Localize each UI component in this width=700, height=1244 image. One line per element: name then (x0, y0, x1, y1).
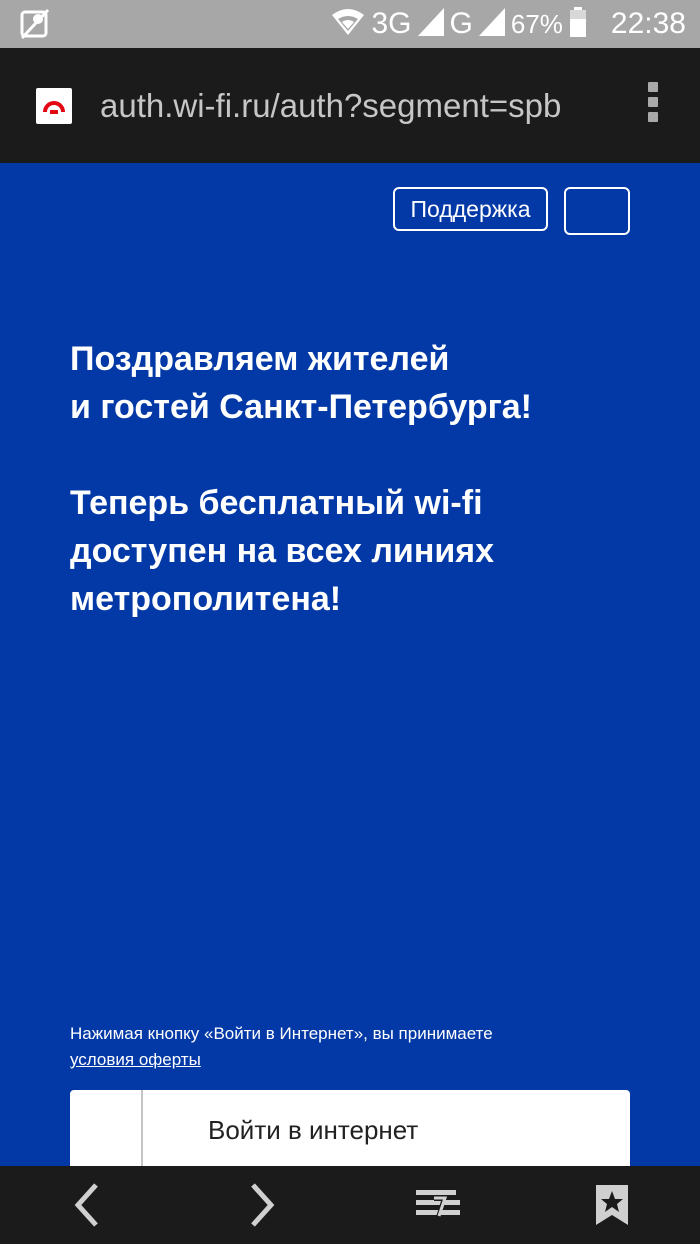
login-button-icon-area (70, 1090, 143, 1170)
browser-nav-bar (0, 1166, 700, 1244)
browser-toolbar: auth.wi-fi.ru/auth?segment=spb (0, 48, 700, 163)
signal-icon (478, 8, 505, 40)
headline-line: метрополитена! (70, 580, 342, 618)
headline-line: и гостей Санкт-Петербурга! (70, 388, 533, 426)
terms-text: Нажимая кнопку «Войти в Интернет», вы пр… (70, 1024, 493, 1043)
terms-notice: Нажимая кнопку «Войти в Интернет», вы пр… (70, 1021, 650, 1073)
clock: 22:38 (610, 7, 686, 40)
chevron-left-icon[interactable] (52, 1166, 122, 1244)
support-button[interactable]: Поддержка (393, 187, 548, 231)
status-bar: 3G G 67% 22:38 (0, 0, 700, 48)
login-button-label: Войти в интернет (208, 1115, 419, 1145)
battery-icon (569, 7, 587, 41)
page-content: Поддержка Поздравляем жителей и гостей С… (0, 163, 700, 1170)
chevron-right-icon[interactable] (227, 1166, 297, 1244)
language-button[interactable] (564, 187, 630, 235)
signal-icon (417, 8, 444, 40)
site-favicon-icon (36, 88, 72, 124)
address-bar[interactable]: auth.wi-fi.ru/auth?segment=spb (100, 78, 592, 134)
tabs-icon[interactable] (403, 1166, 473, 1244)
headline: Поздравляем жителей и гостей Санкт-Петер… (70, 335, 650, 623)
offer-terms-link[interactable]: условия оферты (70, 1050, 201, 1069)
status-icons: 3G G 67% 22:38 (330, 0, 686, 48)
location-off-icon (20, 8, 50, 40)
battery-percent: 67% (510, 8, 563, 39)
login-button[interactable]: Войти в интернет (70, 1090, 630, 1170)
headline-line: Теперь бесплатный wi-fi (70, 484, 483, 522)
headline-line: доступен на всех линиях (70, 532, 495, 570)
more-vert-icon[interactable] (644, 82, 662, 132)
network-g-label: G (449, 7, 473, 40)
headline-line: Поздравляем жителей (70, 340, 450, 378)
bookmark-star-icon[interactable] (577, 1166, 647, 1244)
wifi-icon (330, 7, 366, 41)
network-3g-label: 3G (371, 7, 412, 40)
